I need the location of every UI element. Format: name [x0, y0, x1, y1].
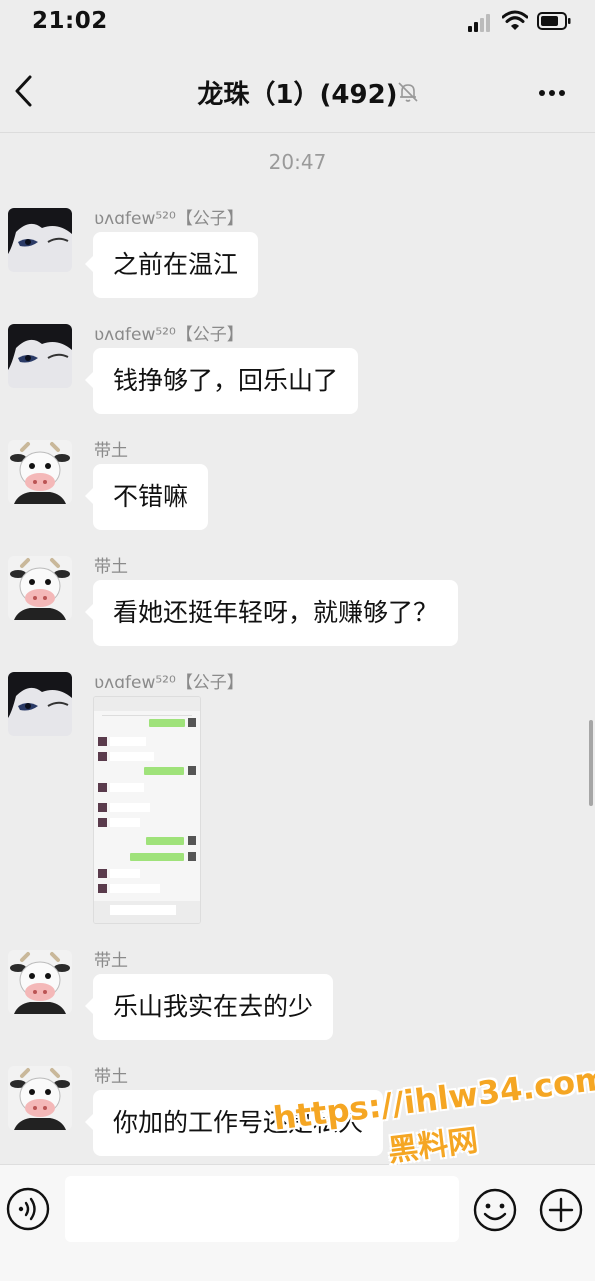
battery-icon [537, 12, 571, 30]
emoji-icon[interactable] [472, 1187, 518, 1233]
cow-avatar[interactable] [8, 556, 72, 620]
anime-avatar[interactable] [8, 672, 72, 736]
message-bubble[interactable]: 不错嘛 [84, 464, 209, 530]
message-bubble[interactable]: 之前在温江 [84, 232, 259, 298]
sender-name: 带土 [94, 951, 128, 971]
cow-avatar[interactable] [8, 1066, 72, 1130]
message-timestamp: 20:47 [268, 150, 327, 174]
cow-avatar[interactable] [8, 950, 72, 1014]
more-options-icon[interactable] [536, 90, 568, 98]
message-bubble[interactable]: 看她还挺年轻呀，就赚够了？ [84, 580, 459, 646]
scrollbar[interactable] [589, 720, 593, 806]
add-plus-icon[interactable] [538, 1187, 584, 1233]
sender-name: 带土 [94, 441, 128, 461]
status-bar: 21:02 [0, 0, 595, 48]
chat-title: 龙珠（1）(492) [197, 80, 398, 110]
mute-bell-icon [398, 82, 418, 102]
sender-name: ʋʌɑfew⁵²⁰【公子】 [94, 673, 244, 693]
voice-input-icon[interactable] [6, 1187, 50, 1231]
sender-name: 带土 [94, 557, 128, 577]
cow-avatar[interactable] [8, 440, 72, 504]
anime-avatar[interactable] [8, 208, 72, 272]
status-time: 21:02 [32, 8, 108, 34]
chat-header: 龙珠（1）(492) [0, 48, 595, 133]
sender-name: ʋʌɑfew⁵²⁰【公子】 [94, 325, 244, 345]
watermark-site-name: 黑料网 [386, 1123, 480, 1169]
sender-name: ʋʌɑfew⁵²⁰【公子】 [94, 209, 244, 229]
wifi-icon [502, 10, 528, 30]
message-bubble[interactable]: 乐山我实在去的少 [84, 974, 334, 1040]
image-message[interactable] [93, 696, 201, 924]
cellular-signal-icon [468, 14, 494, 32]
sender-name: 带土 [94, 1067, 128, 1087]
anime-avatar[interactable] [8, 324, 72, 388]
message-input[interactable] [65, 1176, 459, 1242]
message-bubble[interactable]: 钱挣够了，回乐山了 [84, 348, 359, 414]
